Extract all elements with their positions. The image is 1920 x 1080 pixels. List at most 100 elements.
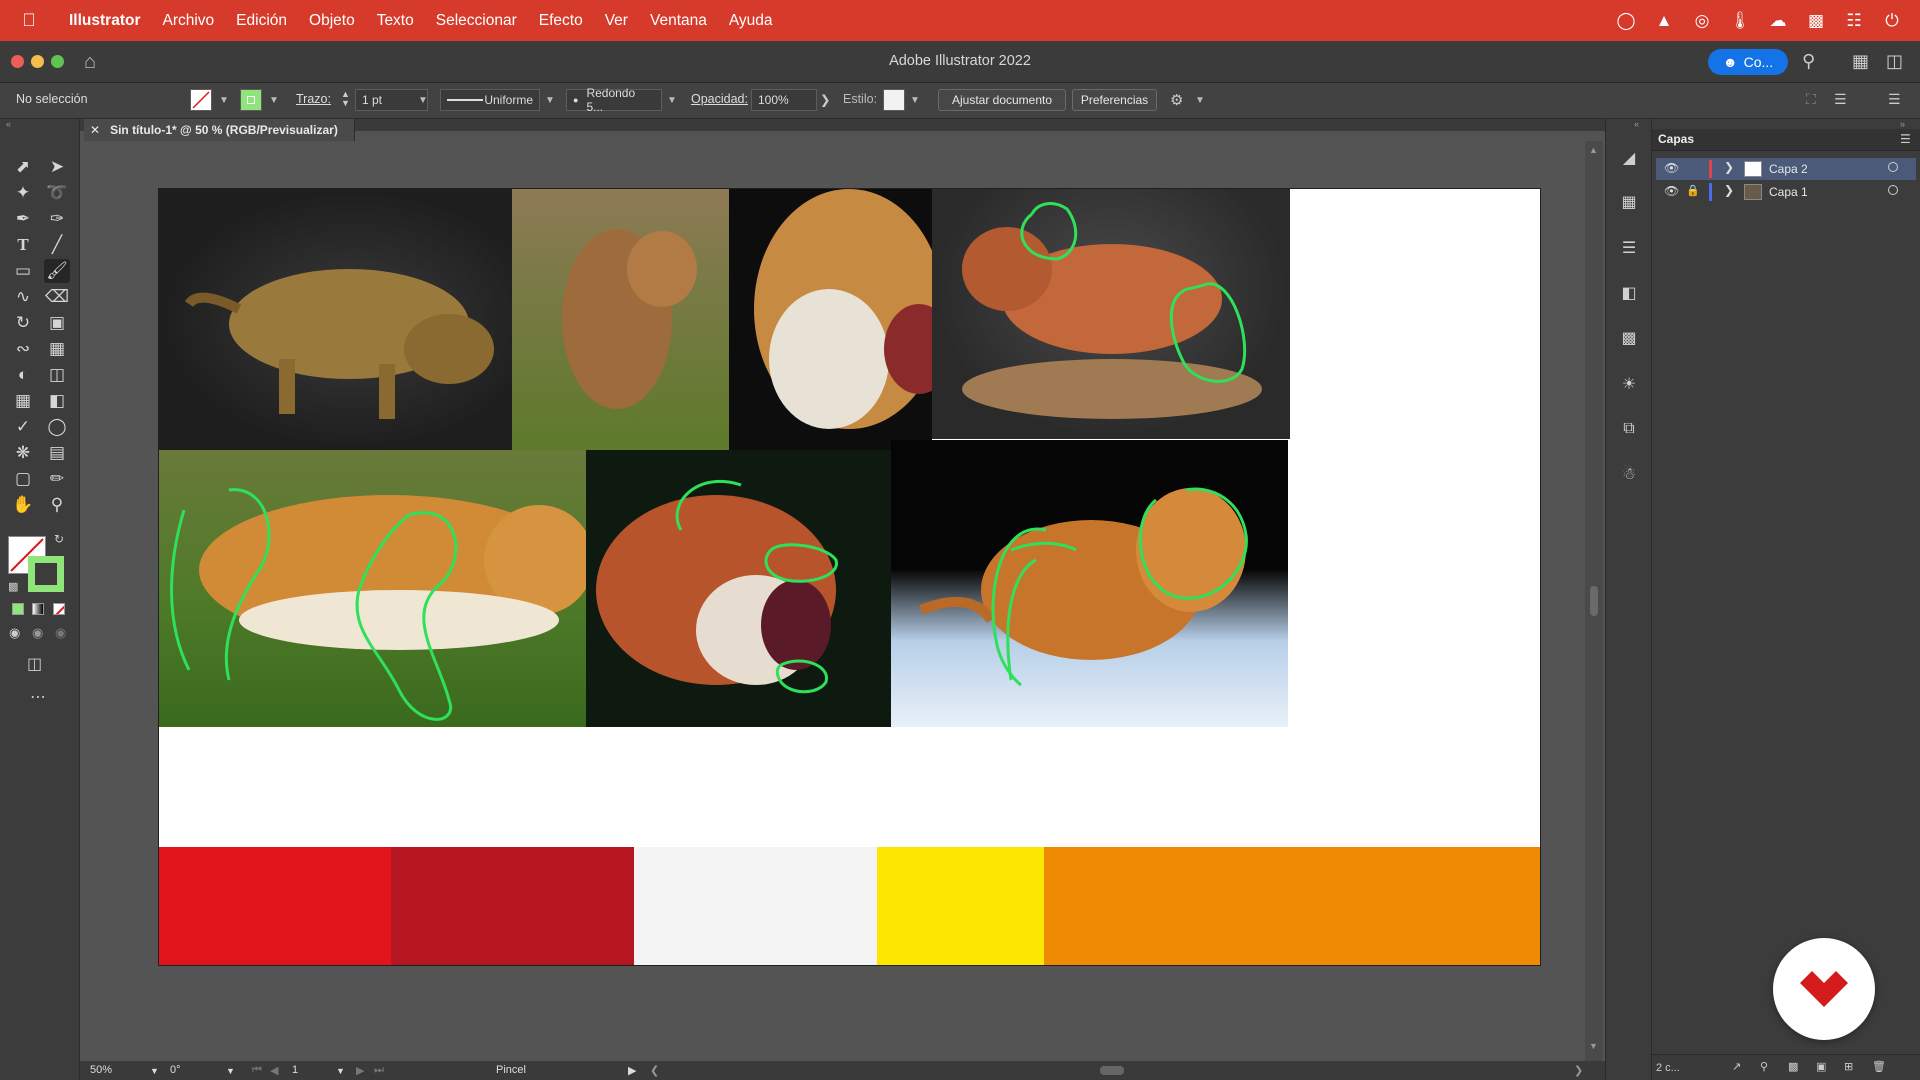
artboard-number[interactable]: 1 [292,1064,298,1076]
prev-artboard-icon[interactable]: ◀ [270,1064,278,1077]
pen-tool-icon[interactable]: ✒ [10,207,36,231]
scroll-down-icon[interactable]: ▼ [1589,1041,1598,1051]
stroke-weight-dropdown-icon[interactable]: ▼ [418,95,428,106]
shaper-tool-icon[interactable]: ∿ [10,285,36,309]
isolate-icon[interactable]: ⛶ [1806,91,1816,108]
shape-builder-tool-icon[interactable]: ◐ [10,363,36,387]
variable-width-profile[interactable]: Uniforme [440,89,540,111]
workspace-icon[interactable]: ▦ [1852,51,1869,72]
menu-ventana[interactable]: Ventana [639,12,718,30]
draw-behind-icon[interactable]: ◉ [32,625,43,641]
blend-tool-icon[interactable]: ◯ [44,415,70,439]
artboard-dropdown-icon[interactable]: ▼ [336,1066,345,1076]
none-mode-button[interactable] [53,603,65,615]
photo-tiger-sculpture-sketch[interactable] [932,189,1290,439]
photo-tiger-face-closeup[interactable] [729,189,932,450]
thermometer-icon[interactable]: 🌡 [1728,10,1752,32]
swap-colors-icon[interactable]: ↻ [54,532,64,546]
preferences-button[interactable]: Preferencias [1072,89,1157,111]
color-mode-button[interactable] [12,603,24,615]
slice-tool-icon[interactable]: ✏ [44,467,70,491]
export-icon[interactable]: ↗ [1732,1060,1741,1073]
opacity-field[interactable]: 100% [751,89,817,111]
palette-swatch-white[interactable] [634,847,877,965]
gradient-panel-icon[interactable]: ◧ [1618,282,1640,304]
expand-chevron-icon[interactable]: ❯ [1724,160,1734,174]
menu-efecto[interactable]: Efecto [528,12,594,30]
locate-object-icon[interactable]: ⚲ [1760,1060,1768,1073]
arrange-dropdown-icon[interactable]: ▼ [1195,95,1205,106]
collapse-tools-icon[interactable]: « [6,119,11,129]
visibility-eye-icon[interactable]: 👁 [1664,161,1679,175]
align-icon[interactable]: ☰ [1834,91,1847,108]
photo-tiger-roaring-sketch[interactable] [586,450,891,727]
menu-ver[interactable]: Ver [594,12,639,30]
creative-cloud-button[interactable]: ☻ Co... [1708,49,1788,75]
rotation-dropdown-icon[interactable]: ▼ [226,1066,235,1076]
curvature-tool-icon[interactable]: ✑ [44,207,70,231]
rotation-value[interactable]: 0° [170,1064,181,1076]
collapse-panel-icon[interactable]: » [1900,119,1905,129]
cc-app-icon[interactable]: ◎ [1690,10,1714,32]
collapse-dock-icon[interactable]: « [1634,119,1639,129]
adobe-icon[interactable]: ▲ [1652,10,1676,32]
hscroll-thumb[interactable] [1100,1066,1124,1075]
menu-texto[interactable]: Texto [366,12,425,30]
type-tool-icon[interactable]: T [10,233,36,257]
graphic-style-swatch[interactable] [883,89,905,111]
libraries-panel-icon[interactable]: ▦ [1618,191,1640,213]
photo-tiger-walking-grass[interactable] [512,189,729,450]
scroll-thumb[interactable] [1590,586,1598,616]
edit-toolbar-icon[interactable]: ⋯ [30,687,47,707]
creative-cloud-sync-icon[interactable]: ◯ [1614,10,1638,32]
search-icon[interactable]: ⚲ [1802,51,1815,72]
paintbrush-tool-icon[interactable]: 🖌 [44,259,70,283]
eyedropper-tool-icon[interactable]: ✓ [10,415,36,439]
photo-tiger-3d-gray[interactable] [159,189,512,450]
window-layout-icon[interactable]: ▩ [1804,10,1828,32]
menu-ayuda[interactable]: Ayuda [718,12,784,30]
layer-name[interactable]: Capa 2 [1769,162,1808,176]
menu-objeto[interactable]: Objeto [298,12,366,30]
symbol-sprayer-tool-icon[interactable]: ❋ [10,441,36,465]
line-tool-icon[interactable]: ╱ [44,233,70,257]
artboard-tool-icon[interactable]: ▢ [10,467,36,491]
expand-chevron-icon[interactable]: ❯ [1724,183,1734,197]
palette-swatch-yellow[interactable] [877,847,1044,965]
layers-tab[interactable]: Capas [1658,132,1694,146]
document-tab[interactable]: ✕ Sin título-1* @ 50 % (RGB/Previsualiza… [84,119,355,141]
scroll-up-icon[interactable]: ▲ [1589,145,1598,155]
align-panel-icon[interactable]: ☰ [1618,237,1640,259]
symbols-panel-icon[interactable]: ☃ [1618,463,1640,485]
perspective-grid-tool-icon[interactable]: ◫ [44,363,70,387]
delete-layer-icon[interactable]: 🗑 [1872,1060,1886,1073]
zoom-dropdown-icon[interactable]: ▼ [150,1066,159,1076]
gradient-tool-icon[interactable]: ◧ [44,389,70,413]
last-artboard-icon[interactable]: ⏭ [374,1064,384,1077]
appearance-panel-icon[interactable]: ☀ [1618,373,1640,395]
panel-menu-icon[interactable]: ☰ [1900,132,1911,146]
control-menu-icon[interactable]: ☰ [1888,91,1901,108]
status-menu-arrow-icon[interactable]: ▶ [628,1064,636,1077]
power-icon[interactable]: ⏻ [1880,10,1904,32]
visibility-eye-icon[interactable]: 👁 [1664,184,1679,198]
hscroll-right-icon[interactable]: ❯ [1574,1064,1583,1077]
layer-target-icon[interactable] [1888,185,1898,195]
menu-seleccionar[interactable]: Seleccionar [425,12,528,30]
magic-wand-tool-icon[interactable]: ✦ [10,181,36,205]
style-dropdown-icon[interactable]: ▼ [910,95,920,106]
arrange-icon[interactable]: ⚙ [1170,91,1183,109]
stroke-stepper-icon[interactable]: ▲ ▼ [341,90,350,108]
lock-icon[interactable]: 🔒 [1686,184,1700,197]
fill-swatch[interactable] [190,89,212,111]
new-sublayer-icon[interactable]: ▣ [1816,1060,1826,1073]
brush-definition[interactable]: ● Redondo 5... [566,86,662,114]
layer-target-icon[interactable] [1888,162,1898,172]
gradient-mode-button[interactable] [32,603,44,615]
vertical-scrollbar[interactable]: ▲ ▼ [1585,141,1603,1061]
layer-row-capa-2[interactable]: 👁 ❯ Capa 2 [1656,158,1916,180]
scale-tool-icon[interactable]: ▣ [44,311,70,335]
width-tool-icon[interactable]: ∾ [10,337,36,361]
selection-tool-icon[interactable]: ⬈ [10,155,36,179]
artboard[interactable] [158,188,1541,966]
